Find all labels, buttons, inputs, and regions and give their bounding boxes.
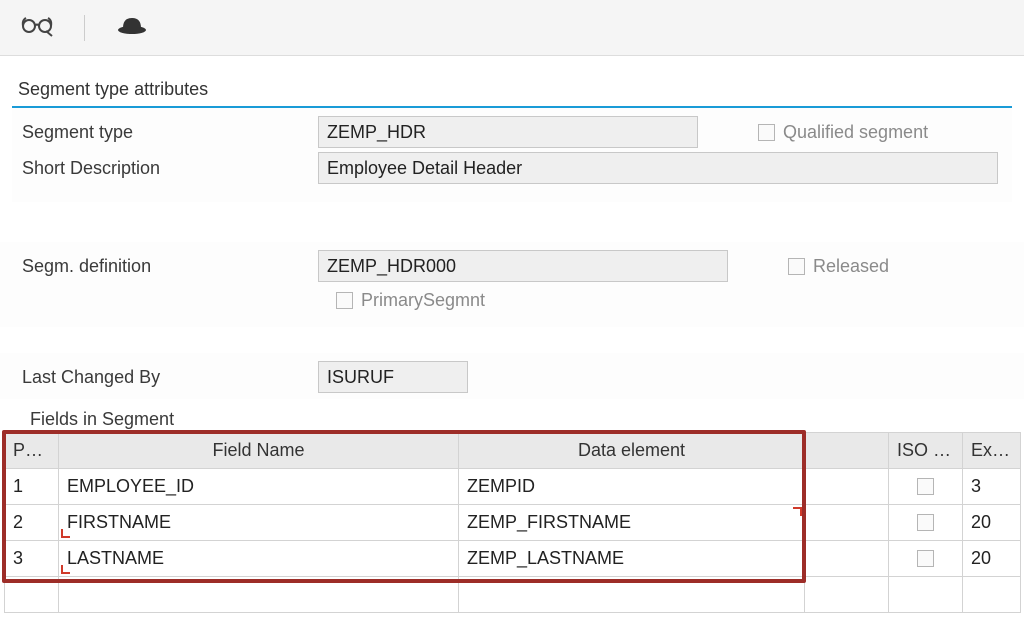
cell-fieldname[interactable]: EMPLOYEE_ID [59,469,459,505]
cell-ext[interactable]: 20 [963,505,1021,541]
table-row[interactable]: 2 FIRSTNAME ZEMP_FIRSTNAME 20 [5,505,1021,541]
hat-icon[interactable] [115,13,149,42]
primary-segment-checkbox[interactable]: PrimarySegmnt [318,290,1018,311]
primary-segment-label: PrimarySegmnt [361,290,485,311]
checkbox-box [758,124,775,141]
toolbar-separator [84,15,85,41]
checkbox-box [336,292,353,309]
segm-definition-row: Segm. definition ZEMP_HDR000 Released [18,248,1018,284]
col-header-fieldname[interactable]: Field Name [59,433,459,469]
cell-gap [805,505,889,541]
cell-iso[interactable] [889,577,963,613]
qualified-segment-checkbox[interactable]: Qualified segment [758,122,928,143]
segm-definition-label: Segm. definition [18,256,318,277]
last-changed-label: Last Changed By [18,367,318,388]
cell-dataelement[interactable]: ZEMP_LASTNAME [459,541,805,577]
segm-definition-field[interactable]: ZEMP_HDR000 [318,250,728,282]
cell-iso[interactable] [889,505,963,541]
table-row[interactable] [5,577,1021,613]
cell-ext[interactable]: 3 [963,469,1021,505]
fields-table: Po… Field Name Data element ISO c… Ex… 1… [4,432,1021,613]
checkbox-icon [917,478,934,495]
col-header-gap [805,433,889,469]
segment-type-field[interactable]: ZEMP_HDR [318,116,698,148]
cell-dataelement[interactable] [459,577,805,613]
released-label: Released [813,256,889,277]
col-header-dataelement[interactable]: Data element [459,433,805,469]
cell-gap [805,469,889,505]
checkbox-icon [917,550,934,567]
table-header-row: Po… Field Name Data element ISO c… Ex… [5,433,1021,469]
table-row[interactable]: 1 EMPLOYEE_ID ZEMPID 3 [5,469,1021,505]
checkbox-icon [917,514,934,531]
cell-gap [805,577,889,613]
last-changed-block: Last Changed By ISURUF [0,353,1024,399]
col-header-ext[interactable]: Ex… [963,433,1021,469]
panel-title: Segment type attributes [12,75,1012,106]
segment-definition-block: Segm. definition ZEMP_HDR000 Released Pr… [0,242,1024,327]
col-header-iso[interactable]: ISO c… [889,433,963,469]
last-changed-row: Last Changed By ISURUF [18,359,1018,395]
fields-in-segment-title: Fields in Segment [0,409,1024,430]
fields-table-wrap: Po… Field Name Data element ISO c… Ex… 1… [4,432,1020,613]
cell-pos[interactable]: 2 [5,505,59,541]
released-checkbox[interactable]: Released [788,256,889,277]
toolbar [0,0,1024,56]
cell-pos[interactable]: 1 [5,469,59,505]
cell-fieldname[interactable]: FIRSTNAME [59,505,459,541]
col-header-pos[interactable]: Po… [5,433,59,469]
short-description-row: Short Description Employee Detail Header [18,150,1006,186]
segment-attributes-panel: Segment type attributes Segment type ZEM… [12,72,1012,202]
short-description-label: Short Description [18,158,318,179]
cell-ext[interactable]: 20 [963,541,1021,577]
cell-pos[interactable]: 3 [5,541,59,577]
cell-fieldname[interactable]: LASTNAME [59,541,459,577]
cell-dataelement[interactable]: ZEMPID [459,469,805,505]
cell-iso[interactable] [889,469,963,505]
table-row[interactable]: 3 LASTNAME ZEMP_LASTNAME 20 [5,541,1021,577]
glasses-icon[interactable] [20,13,54,42]
qualified-segment-label: Qualified segment [783,122,928,143]
cell-gap [805,541,889,577]
last-changed-field[interactable]: ISURUF [318,361,468,393]
segment-type-row: Segment type ZEMP_HDR Qualified segment [18,114,1006,150]
cell-dataelement[interactable]: ZEMP_FIRSTNAME [459,505,805,541]
checkbox-box [788,258,805,275]
cell-fieldname[interactable] [59,577,459,613]
cell-iso[interactable] [889,541,963,577]
segment-type-label: Segment type [18,122,318,143]
short-description-field[interactable]: Employee Detail Header [318,152,998,184]
cell-ext[interactable] [963,577,1021,613]
cell-pos[interactable] [5,577,59,613]
